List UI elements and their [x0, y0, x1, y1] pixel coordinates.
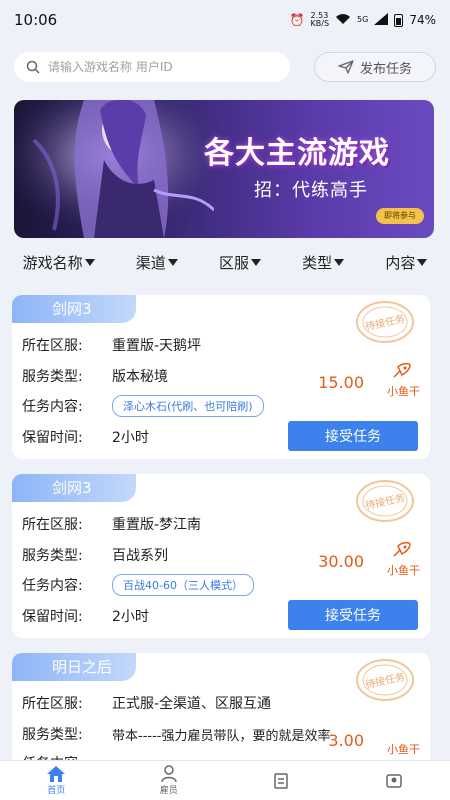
content-row: 任务内容: 百战40-60（三人模式） [22, 574, 254, 596]
region-row: 所在区服: 重置版-梦江南 [22, 514, 201, 534]
task-game-tag: 剑网3 [12, 474, 136, 502]
task-game-tag: 明日之后 [12, 653, 136, 681]
banner-join-button[interactable]: 即将参与 [376, 208, 424, 224]
bottom-nav: 首页 雇员 [0, 760, 450, 800]
svg-text:待接任务: 待接任务 [364, 491, 406, 512]
filter-channel[interactable]: 渠道 [136, 252, 178, 273]
filter-server[interactable]: 区服 [219, 252, 261, 273]
svg-text:待接任务: 待接任务 [364, 312, 406, 333]
status-bar: 10:06 ⏰ 2.53 KB/S 5G 74% [0, 0, 450, 40]
promo-banner[interactable]: 各大主流游戏 招：代练高手 即将参与 [14, 100, 434, 238]
banner-subtitle: 招：代练高手 [254, 180, 368, 201]
alarm-icon: ⏰ [289, 13, 305, 27]
keep-row: 保留时间: 2小时 [22, 606, 149, 626]
filter-content[interactable]: 内容 [385, 252, 428, 273]
search-input[interactable] [48, 60, 268, 74]
nav-home-label: 首页 [47, 786, 66, 796]
nav-tasks[interactable] [241, 772, 321, 790]
price-unit: 小鱼干 [387, 385, 420, 398]
caret-down-icon [84, 258, 95, 266]
search-row: 发布任务 [14, 52, 436, 82]
banner-character-illustration [14, 100, 214, 238]
region-value: 重置版-天鹅坪 [112, 338, 202, 354]
filter-type[interactable]: 类型 [302, 252, 345, 273]
content-row: 任务内容: 泽心木石(代刷、也可陪刷) [22, 395, 264, 417]
stamp-icon: 待接任务 [356, 480, 414, 522]
network-type: 5G [357, 15, 369, 24]
caret-down-icon [250, 258, 261, 266]
keep-value: 2小时 [112, 430, 149, 446]
send-icon [338, 60, 354, 74]
service-row: 服务类型: 百战系列 [22, 545, 168, 565]
wifi-icon [335, 13, 351, 28]
service-value: 带本-----强力雇员带队，要的就是效率 [112, 728, 331, 744]
region-value: 重置版-梦江南 [112, 517, 202, 533]
price-value: 3.00 [328, 731, 364, 750]
battery-icon [394, 13, 404, 27]
content-pill: 泽心木石(代刷、也可陪刷) [112, 395, 264, 417]
rocket-icon [393, 363, 411, 378]
accept-task-button[interactable]: 接受任务 [288, 600, 418, 630]
profile-icon [386, 773, 402, 788]
battery-level: 74% [409, 13, 436, 27]
nav-employee[interactable]: 雇员 [129, 765, 209, 796]
rocket-icon [393, 542, 411, 557]
keep-value: 2小时 [112, 609, 149, 625]
svg-text:待接任务: 待接任务 [364, 670, 406, 691]
region-row: 所在区服: 正式服-全渠道、区服互通 [22, 693, 271, 713]
price-value: 30.00 [318, 552, 364, 571]
nav-employee-label: 雇员 [159, 786, 178, 796]
stamp-icon: 待接任务 [356, 301, 414, 343]
stamp-icon: 待接任务 [356, 659, 414, 701]
price-value: 15.00 [318, 373, 364, 392]
publish-task-label: 发布任务 [359, 61, 412, 77]
caret-down-icon [167, 258, 178, 266]
nav-profile[interactable] [354, 772, 434, 790]
price-unit: 小鱼干 [387, 564, 420, 577]
service-value: 百战系列 [112, 548, 168, 564]
service-row: 服务类型: 带本-----强力雇员带队，要的就是效率 [22, 724, 330, 744]
banner-title: 各大主流游戏 [204, 136, 390, 171]
service-row: 服务类型: 版本秘境 [22, 366, 168, 386]
task-game-tag: 剑网3 [12, 295, 136, 323]
filter-game[interactable]: 游戏名称 [23, 252, 95, 273]
region-value: 正式服-全渠道、区服互通 [112, 696, 272, 712]
search-box[interactable] [14, 52, 290, 82]
home-icon [47, 766, 66, 782]
price-unit: 小鱼干 [387, 743, 420, 756]
accept-task-button[interactable]: 接受任务 [288, 421, 418, 451]
status-time: 10:06 [14, 11, 58, 29]
keep-row: 保留时间: 2小时 [22, 427, 149, 447]
caret-down-icon [334, 258, 345, 266]
task-icon [274, 772, 288, 789]
caret-down-icon [417, 258, 428, 266]
status-indicators: ⏰ 2.53 KB/S 5G 74% [290, 12, 436, 28]
content-pill: 百战40-60（三人模式） [112, 574, 254, 596]
signal-icon [374, 12, 389, 28]
publish-task-button[interactable]: 发布任务 [314, 52, 436, 82]
filter-bar: 游戏名称 渠道 区服 类型 内容 [0, 248, 450, 276]
region-row: 所在区服: 重置版-天鹅坪 [22, 335, 201, 355]
nav-home[interactable]: 首页 [16, 765, 96, 796]
service-value: 版本秘境 [112, 369, 168, 385]
search-icon [26, 60, 40, 74]
network-speed: 2.53 KB/S [310, 11, 330, 28]
user-icon [161, 765, 177, 783]
task-card[interactable]: 剑网3 待接任务 所在区服: 重置版-天鹅坪 服务类型: 版本秘境 任务内容: 泽心木… [12, 295, 430, 459]
task-card[interactable]: 剑网3 待接任务 所在区服: 重置版-梦江南 服务类型: 百战系列 任务内容: 百战4… [12, 474, 430, 638]
